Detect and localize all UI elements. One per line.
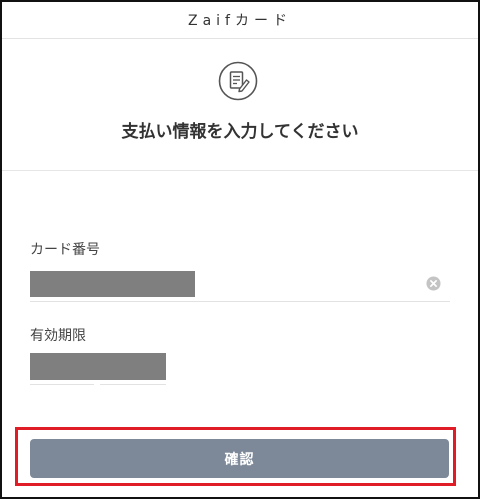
document-edit-icon: [218, 61, 258, 101]
app-frame: Zaifカード 支払い情報を入力してください カード番号 有効期限 確認: [0, 0, 480, 499]
hero-section: 支払い情報を入力してください: [2, 39, 478, 171]
app-title: Zaifカード: [188, 13, 292, 29]
page-heading: 支払い情報を入力してください: [121, 122, 359, 142]
confirm-button[interactable]: 確認: [30, 439, 449, 478]
expiry-label: 有効期限: [30, 328, 86, 344]
header-bar: Zaifカード: [2, 2, 478, 39]
card-number-label: カード番号: [30, 242, 100, 258]
expiry-year-underline: [100, 384, 166, 385]
card-number-input[interactable]: [30, 268, 450, 302]
card-number-redaction: [30, 271, 195, 297]
clear-circle-icon[interactable]: [426, 276, 441, 291]
expiry-month-underline: [30, 384, 94, 385]
expiry-input[interactable]: [30, 353, 166, 380]
